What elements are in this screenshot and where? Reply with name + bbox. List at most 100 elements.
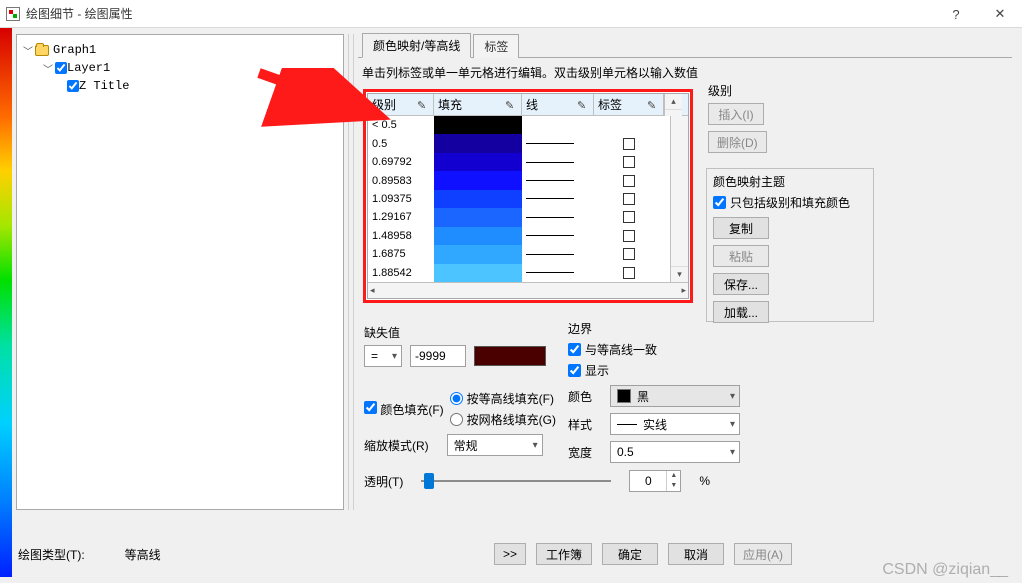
fill-cell[interactable]: [434, 116, 522, 134]
line-cell[interactable]: [522, 116, 594, 134]
close-button[interactable]: ✕: [978, 0, 1022, 28]
spin-down[interactable]: ▼: [667, 481, 680, 491]
label-cell[interactable]: [594, 153, 664, 171]
label-cell[interactable]: [594, 116, 664, 134]
delete-level-button[interactable]: 删除(D): [708, 131, 767, 153]
scroll-left-button[interactable]: ◂: [370, 285, 375, 296]
expand-button[interactable]: >>: [494, 543, 526, 565]
table-row[interactable]: 1.29167: [368, 208, 670, 226]
level-cell[interactable]: 1.29167: [368, 208, 434, 226]
fill-cell[interactable]: [434, 264, 522, 282]
workbook-button[interactable]: 工作簿: [536, 543, 592, 565]
pencil-icon: ✎: [505, 99, 517, 111]
tab-color-contour[interactable]: 颜色映射/等高线: [362, 33, 471, 58]
line-cell[interactable]: [522, 264, 594, 282]
table-row[interactable]: < 0.5: [368, 116, 670, 134]
line-cell[interactable]: [522, 245, 594, 263]
color-fill-checkbox[interactable]: 颜色填充(F): [364, 401, 444, 418]
same-as-contour-input[interactable]: [568, 343, 581, 356]
paste-theme-button[interactable]: 粘贴: [713, 245, 769, 267]
fill-cell[interactable]: [434, 134, 522, 152]
fill-by-grid-radio[interactable]: [450, 413, 463, 426]
col-label-header[interactable]: 标签 ✎: [594, 94, 664, 115]
scroll-down-button[interactable]: ▾: [671, 266, 688, 282]
table-row[interactable]: 1.88542: [368, 264, 670, 282]
line-cell[interactable]: [522, 208, 594, 226]
col-line-header[interactable]: 线 ✎: [522, 94, 594, 115]
horizontal-scrollbar[interactable]: ◂ ▸: [368, 282, 688, 298]
include-levels-fill-input[interactable]: [713, 196, 726, 209]
line-cell[interactable]: [522, 190, 594, 208]
include-levels-fill-checkbox[interactable]: 只包括级别和填充颜色: [713, 194, 867, 211]
same-as-contour-checkbox[interactable]: 与等高线一致: [568, 341, 758, 358]
level-cell[interactable]: 0.5: [368, 134, 434, 152]
tree-node-ztitle[interactable]: Z Title: [21, 77, 339, 95]
label-cell[interactable]: [594, 208, 664, 226]
line-cell[interactable]: [522, 134, 594, 152]
level-cell[interactable]: 1.48958: [368, 227, 434, 245]
label-cell[interactable]: [594, 134, 664, 152]
vertical-scrollbar[interactable]: ▾: [670, 116, 688, 282]
label-cell[interactable]: [594, 245, 664, 263]
boundary-show-checkbox[interactable]: 显示: [568, 362, 758, 379]
tree-node-graph[interactable]: ﹀ Graph1: [21, 41, 339, 59]
ok-button[interactable]: 确定: [602, 543, 658, 565]
copy-theme-button[interactable]: 复制: [713, 217, 769, 239]
table-row[interactable]: 1.09375: [368, 190, 670, 208]
boundary-style-select[interactable]: 实线: [610, 413, 740, 435]
fill-by-contour-radio[interactable]: [450, 392, 463, 405]
transparency-slider[interactable]: [421, 471, 611, 491]
boundary-width-select[interactable]: 0.5: [610, 441, 740, 463]
apply-button[interactable]: 应用(A): [734, 543, 792, 565]
transparency-value-input[interactable]: [630, 473, 666, 489]
level-cell[interactable]: 0.89583: [368, 171, 434, 189]
col-fill-header[interactable]: 填充 ✎: [434, 94, 522, 115]
col-level-header[interactable]: 级别 ✎: [368, 94, 434, 115]
level-cell[interactable]: 0.69792: [368, 153, 434, 171]
cancel-button[interactable]: 取消: [668, 543, 724, 565]
level-cell[interactable]: 1.09375: [368, 190, 434, 208]
label-cell[interactable]: [594, 171, 664, 189]
line-cell[interactable]: [522, 227, 594, 245]
save-theme-button[interactable]: 保存...: [713, 273, 769, 295]
chevron-down-icon[interactable]: ﹀: [23, 43, 33, 58]
tab-label[interactable]: 标签: [473, 34, 519, 58]
fill-cell[interactable]: [434, 208, 522, 226]
line-cell[interactable]: [522, 171, 594, 189]
line-cell[interactable]: [522, 153, 594, 171]
table-row[interactable]: 0.69792: [368, 153, 670, 171]
help-button[interactable]: ?: [934, 0, 978, 28]
splitter[interactable]: [348, 34, 354, 510]
ztitle-checkbox[interactable]: [67, 80, 79, 92]
scroll-right-button[interactable]: ▸: [681, 285, 686, 296]
boundary-color-select[interactable]: 黑: [610, 385, 740, 407]
fill-cell[interactable]: [434, 171, 522, 189]
missing-color-swatch[interactable]: [474, 346, 546, 366]
table-row[interactable]: 0.5: [368, 134, 670, 152]
layer-checkbox[interactable]: [55, 62, 67, 74]
fill-cell[interactable]: [434, 245, 522, 263]
table-row[interactable]: 1.6875: [368, 245, 670, 263]
level-cell[interactable]: 1.6875: [368, 245, 434, 263]
label-cell[interactable]: [594, 264, 664, 282]
missing-op-select[interactable]: =: [364, 345, 402, 367]
spin-up[interactable]: ▲: [667, 471, 680, 481]
fill-cell[interactable]: [434, 153, 522, 171]
table-row[interactable]: 1.48958: [368, 227, 670, 245]
label-cell[interactable]: [594, 227, 664, 245]
fill-cell[interactable]: [434, 190, 522, 208]
color-fill-input[interactable]: [364, 401, 377, 414]
insert-level-button[interactable]: 插入(I): [708, 103, 764, 125]
missing-value-input[interactable]: [410, 345, 466, 367]
level-cell[interactable]: < 0.5: [368, 116, 434, 134]
table-row[interactable]: 0.89583: [368, 171, 670, 189]
transparency-spinbox[interactable]: ▲▼: [629, 470, 681, 492]
level-cell[interactable]: 1.88542: [368, 264, 434, 282]
boundary-show-input[interactable]: [568, 364, 581, 377]
chevron-down-icon[interactable]: ﹀: [43, 61, 53, 76]
scale-mode-select[interactable]: 常规: [447, 434, 543, 456]
label-cell[interactable]: [594, 190, 664, 208]
fill-cell[interactable]: [434, 227, 522, 245]
tree-node-layer[interactable]: ﹀ Layer1: [21, 59, 339, 77]
scroll-up-button[interactable]: ▴: [665, 94, 682, 110]
